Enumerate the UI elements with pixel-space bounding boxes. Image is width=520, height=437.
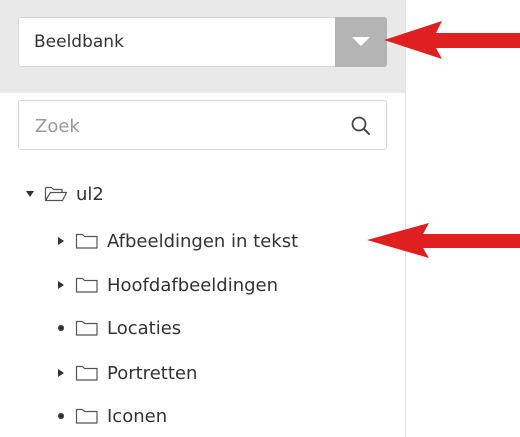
caret-right-icon xyxy=(58,281,64,289)
arrow-left-icon xyxy=(367,223,520,258)
expand-toggle[interactable] xyxy=(24,188,36,200)
library-select-value: Beeldbank xyxy=(34,32,124,52)
expand-toggle[interactable] xyxy=(55,367,67,379)
tree-node-label: Locaties xyxy=(107,317,182,339)
folder-icon xyxy=(75,320,98,336)
tree-node-hoofdafbeeldingen[interactable]: Hoofdafbeeldingen xyxy=(55,271,278,299)
caret-right-icon xyxy=(58,237,64,245)
folder-open-icon xyxy=(44,186,68,202)
bullet-icon xyxy=(58,325,64,331)
tree-node-iconen[interactable]: Iconen xyxy=(55,402,167,430)
callout-arrow-folder xyxy=(367,223,520,258)
search-icon[interactable] xyxy=(350,115,372,137)
tree-node-label: Hoofdafbeeldingen xyxy=(107,274,279,296)
caret-down-icon xyxy=(26,191,34,197)
tree-node-label: ul2 xyxy=(76,183,104,205)
tree-node-afbeeldingen-in-tekst[interactable]: Afbeeldingen in tekst xyxy=(55,227,298,255)
search-box[interactable] xyxy=(18,100,387,150)
leaf-bullet xyxy=(55,322,67,334)
library-select[interactable]: Beeldbank xyxy=(18,17,387,67)
media-library-panel: Beeldbank ul2 Afbeeldingen in te xyxy=(0,0,406,437)
bullet-icon xyxy=(58,413,64,419)
arrow-left-icon xyxy=(384,21,520,59)
library-select-bar: Beeldbank xyxy=(0,0,405,93)
expand-toggle[interactable] xyxy=(55,279,67,291)
folder-icon xyxy=(75,365,98,381)
callout-arrow-dropdown xyxy=(384,21,520,59)
tree-node-label: Portretten xyxy=(107,362,198,384)
tree-node-label: Afbeeldingen in tekst xyxy=(107,230,299,252)
tree-node-ul2[interactable]: ul2 xyxy=(24,180,104,208)
tree-node-portretten[interactable]: Portretten xyxy=(55,359,197,387)
tree-node-label: Iconen xyxy=(107,405,168,427)
leaf-bullet xyxy=(55,410,67,422)
caret-right-icon xyxy=(58,369,64,377)
tree-node-locaties[interactable]: Locaties xyxy=(55,314,181,342)
folder-icon xyxy=(75,233,98,249)
search-input[interactable] xyxy=(33,110,337,142)
folder-icon xyxy=(75,408,98,424)
folder-icon xyxy=(75,277,98,293)
expand-toggle[interactable] xyxy=(55,235,67,247)
